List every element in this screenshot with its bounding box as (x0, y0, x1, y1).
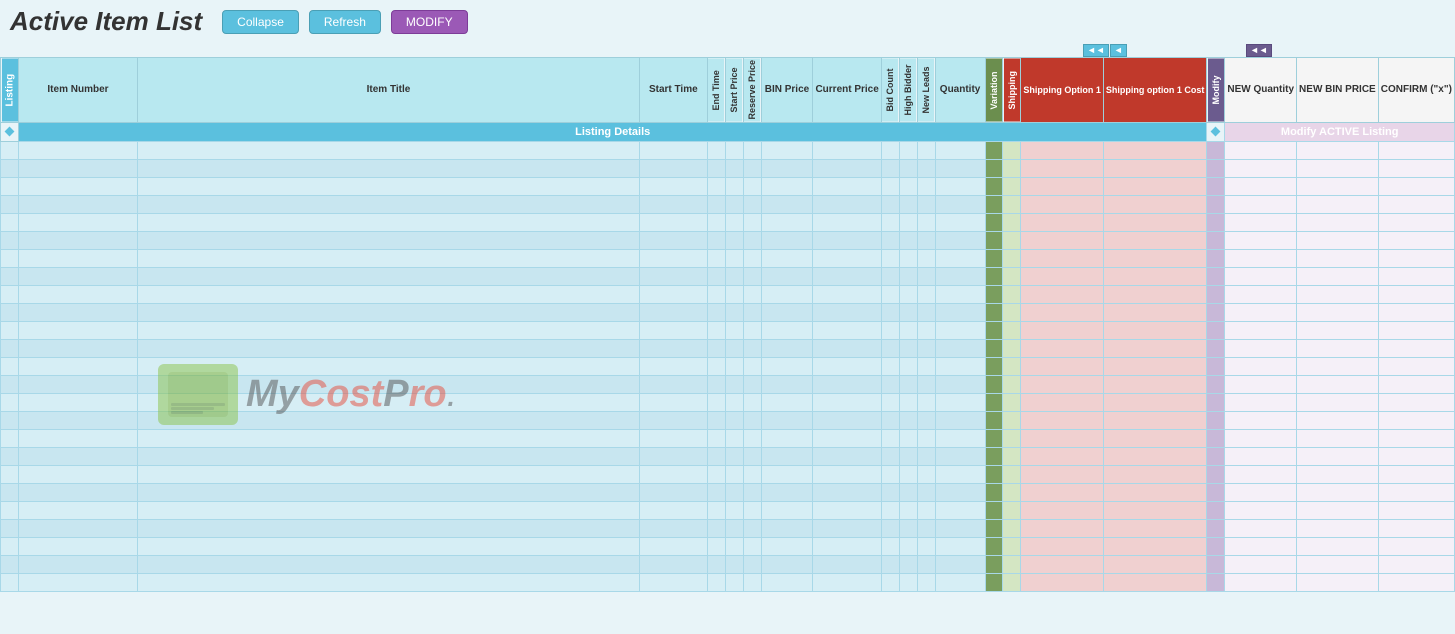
table-row (1, 159, 1455, 177)
collapse-button[interactable]: Collapse (222, 10, 299, 34)
col-header-high-bidder: High Bidder (899, 58, 917, 123)
table-row (1, 303, 1455, 321)
modify-button[interactable]: MODIFY (391, 10, 468, 34)
nav-arrows-left-group[interactable]: ◄◄ ◄ (1083, 44, 1127, 57)
col-header-modify: Modify (1207, 58, 1225, 123)
table-row (1, 177, 1455, 195)
table-row (1, 483, 1455, 501)
col-header-confirm: CONFIRM ("x") (1378, 58, 1454, 123)
arrow-left-single[interactable]: ◄ (1110, 44, 1127, 57)
col-header-item-number: Item Number (18, 58, 137, 123)
nav-arrows-right-group[interactable]: ◄◄ (1246, 44, 1272, 57)
table-wrapper: ◄◄ ◄ ◄◄ Listing Item Number Item Title S… (0, 43, 1455, 592)
nav-arrows-top: ◄◄ ◄ ◄◄ (0, 43, 1455, 57)
table-row (1, 429, 1455, 447)
col-header-listing: Listing (1, 58, 19, 123)
table-row (1, 249, 1455, 267)
col-header-start-time: Start Time (639, 58, 707, 123)
arrow-right-double[interactable]: ◄◄ (1246, 44, 1272, 57)
col-header-end-time: End Time (707, 58, 725, 123)
table-row (1, 339, 1455, 357)
col-header-reserve-price: Reserve Price (743, 58, 761, 123)
table-row: MyCostPro . (1, 393, 1455, 411)
table-row (1, 285, 1455, 303)
table-row (1, 465, 1455, 483)
col-header-shipping-opt1-cost: Shipping option 1 Cost (1103, 58, 1207, 123)
table-row (1, 141, 1455, 159)
table-row (1, 411, 1455, 429)
table-row (1, 195, 1455, 213)
col-header-bid-count: Bid Count (881, 58, 899, 123)
table-row (1, 555, 1455, 573)
col-header-bin-price: BIN Price (761, 58, 813, 123)
listing-details-row: Listing Details Modify ACTIVE Listing (1, 122, 1455, 141)
col-header-shipping-opt1: Shipping Option 1 (1021, 58, 1104, 123)
table-row (1, 375, 1455, 393)
diamond-right (1211, 126, 1221, 136)
table-row (1, 321, 1455, 339)
table-row (1, 537, 1455, 555)
main-table: Listing Item Number Item Title Start Tim… (0, 57, 1455, 592)
header-bar: Active Item List Collapse Refresh MODIFY (0, 0, 1455, 43)
col-header-new-bin-price: NEW BIN PRICE (1297, 58, 1379, 123)
col-header-new-quantity: NEW Quantity (1225, 58, 1297, 123)
col-header-current-price: Current Price (813, 58, 881, 123)
table-row (1, 357, 1455, 375)
col-header-start-price: Start Price (725, 58, 743, 123)
page-title: Active Item List (10, 6, 202, 37)
table-row (1, 267, 1455, 285)
table-row (1, 501, 1455, 519)
diamond-left (5, 126, 15, 136)
arrow-left-double[interactable]: ◄◄ (1083, 44, 1109, 57)
listing-details-label: Listing Details (18, 122, 1206, 141)
table-row (1, 447, 1455, 465)
table-row (1, 213, 1455, 231)
col-header-shipping: Shipping (1003, 58, 1021, 123)
table-row (1, 519, 1455, 537)
col-header-item-title: Item Title (138, 58, 640, 123)
col-header-quantity: Quantity (935, 58, 985, 123)
modify-active-label: Modify ACTIVE Listing (1225, 122, 1455, 141)
col-header-variation: Variation (985, 58, 1003, 123)
refresh-button[interactable]: Refresh (309, 10, 381, 34)
table-row (1, 573, 1455, 591)
table-row (1, 231, 1455, 249)
col-header-new-leads: New Leads (917, 58, 935, 123)
